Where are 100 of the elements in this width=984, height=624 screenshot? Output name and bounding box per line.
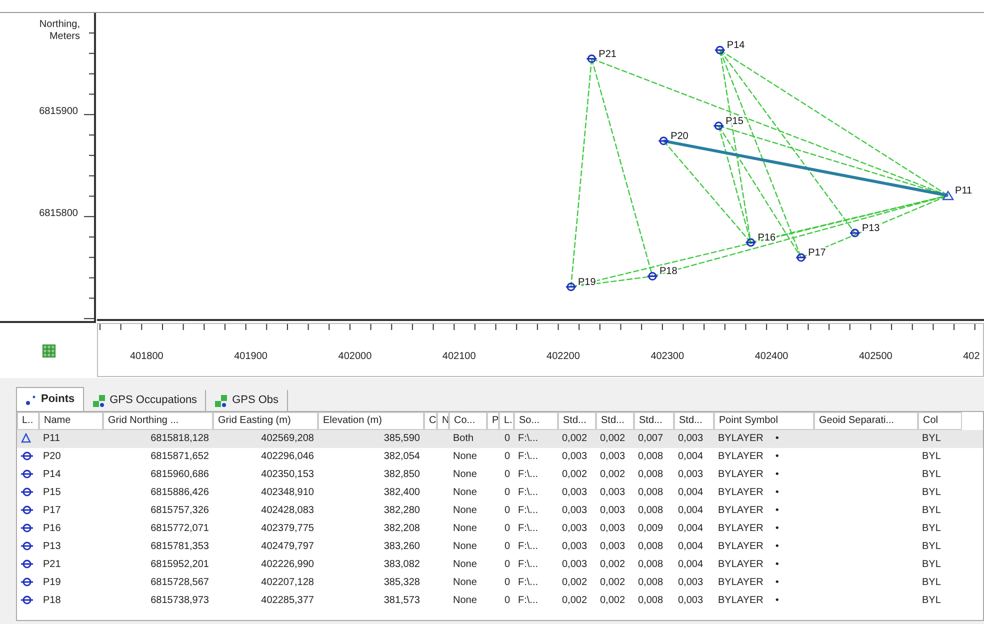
crosshair-icon [21, 595, 33, 606]
axis-label: 402 [963, 351, 980, 363]
table-cell-text: 0 [503, 540, 511, 554]
table-cell-text: BYL [921, 522, 942, 536]
table-cell-text: P16 [42, 522, 62, 536]
table-cell-text: 382,850 [382, 468, 421, 482]
point-marker [714, 46, 725, 54]
table-cell-text: 6815960,686 [150, 468, 210, 482]
table-cell-text: 0,008 [637, 450, 664, 464]
table-cell-text: 0,003 [599, 504, 626, 518]
table-cell-text: 6815871,652 [150, 450, 210, 464]
table-cell-text: P20 [42, 450, 62, 464]
table-cell-text: 0,003 [599, 522, 626, 536]
table-cell-text: 382,280 [382, 504, 421, 518]
point-marker [658, 136, 669, 146]
table-cell-text: 0,004 [677, 450, 704, 464]
column-header[interactable]: Point Symbol [714, 412, 814, 430]
point-marker [586, 54, 597, 63]
table-cell-text: F:\... [517, 522, 539, 536]
table-cell-text: 0,003 [599, 540, 626, 554]
table-cell-text: 0 [503, 522, 511, 536]
table-cell-text: 402207,128 [260, 576, 315, 590]
table-cell-text: 0,002 [599, 432, 626, 446]
column-header[interactable]: Grid Northing ... [103, 412, 213, 430]
column-header[interactable]: Std... [558, 412, 596, 430]
table-cell-text: None [452, 576, 478, 590]
axis-label: 401800 [130, 351, 164, 363]
symbol-dot: • [775, 433, 779, 444]
table-cell-text: 0,003 [677, 468, 704, 482]
column-header[interactable]: P [487, 412, 499, 430]
table-cell-text: F:\... [517, 576, 539, 590]
table-cell-text: 0,003 [677, 576, 704, 590]
table-cell-text: 0 [503, 594, 511, 608]
table-cell-text: 0,002 [561, 594, 588, 608]
axis-label: 401900 [234, 351, 268, 363]
table-cell-text: P19 [42, 576, 62, 590]
table-cell-text: 6815772,071 [150, 522, 210, 536]
table-cell-text: 382,400 [382, 486, 421, 500]
point-label: P14 [726, 40, 745, 52]
table-cell-text: 0,008 [637, 558, 664, 572]
crosshair-icon [21, 505, 33, 516]
point-marker [796, 253, 806, 262]
table-cell: BYLAYER [718, 505, 764, 516]
table-cell: BYLAYER [718, 541, 764, 552]
table-cell-text: Both [452, 432, 475, 446]
table-cell-text: F:\... [517, 450, 539, 464]
symbol-dot: • [775, 505, 779, 516]
column-header[interactable]: Name [39, 412, 103, 430]
point-marker [746, 238, 756, 247]
table-cell-text: 402296,046 [260, 450, 315, 464]
table-cell-text: 383,260 [382, 540, 421, 554]
column-header[interactable]: Co... [449, 412, 487, 430]
triangle-icon [21, 433, 31, 444]
column-header[interactable]: Elevation (m) [318, 412, 424, 430]
table-cell-text: 0,003 [599, 486, 626, 500]
grid-icon[interactable] [42, 344, 56, 358]
column-header[interactable]: Col [918, 412, 962, 430]
column-header[interactable]: Geoid Separati... [814, 412, 918, 430]
table-cell-text: P15 [42, 486, 62, 500]
tab[interactable]: Points [16, 387, 84, 411]
table-cell-text: 0,007 [637, 432, 664, 446]
table-cell-text: 0 [503, 432, 511, 446]
table-cell-text: 0,002 [599, 594, 626, 608]
table-cell-text: F:\... [517, 594, 539, 608]
table-cell-text: 6815952,201 [150, 558, 210, 572]
table-cell-text: 0,003 [561, 486, 588, 500]
table-cell-text: BYL [921, 432, 942, 446]
table-cell-text: BYL [921, 450, 942, 464]
table-cell-text: 402348,910 [260, 486, 315, 500]
table-cell-text: 0 [503, 504, 511, 518]
table-cell: BYLAYER [718, 487, 764, 498]
table-cell-text: F:\... [517, 468, 539, 482]
table-cell-text: None [452, 540, 478, 554]
table-cell-text: BYL [921, 540, 942, 554]
column-header[interactable]: L. [499, 412, 514, 430]
table-cell-text: P13 [42, 540, 62, 554]
table-cell-text: 402285,377 [260, 594, 315, 608]
column-header[interactable]: C [424, 412, 437, 430]
table-row[interactable]: P11 6815818,128 402569,208 385,590 Both 0 F:\... 0,002 0,002 0,007 0,003 BYLAYER • BYL [17, 430, 983, 448]
table-cell-text: BYL [921, 504, 942, 518]
symbol-dot: • [775, 595, 779, 606]
column-header[interactable]: Std... [674, 412, 714, 430]
table-cell-text: 402350,153 [260, 468, 315, 482]
table-cell-text: BYL [921, 486, 942, 500]
table-cell-text: F:\... [517, 558, 539, 572]
table-cell-text: 0 [503, 468, 511, 482]
column-header[interactable]: Std... [596, 412, 634, 430]
column-header[interactable]: L.. [17, 412, 39, 430]
table-cell-text: 6815728,567 [150, 576, 210, 590]
table-cell-text: 0,004 [677, 486, 704, 500]
axis-label: 402300 [650, 351, 684, 363]
table-cell-text: F:\... [517, 432, 539, 446]
point-marker [647, 272, 658, 280]
column-header[interactable]: So... [514, 412, 558, 430]
table-cell-text: P18 [42, 594, 62, 608]
axis-label: 6815800 [39, 208, 78, 220]
table-cell: BYLAYER [718, 559, 764, 570]
table-cell-text: 0,003 [599, 450, 626, 464]
column-header[interactable]: Std... [634, 412, 674, 430]
column-header[interactable]: Grid Easting (m) [213, 412, 318, 430]
